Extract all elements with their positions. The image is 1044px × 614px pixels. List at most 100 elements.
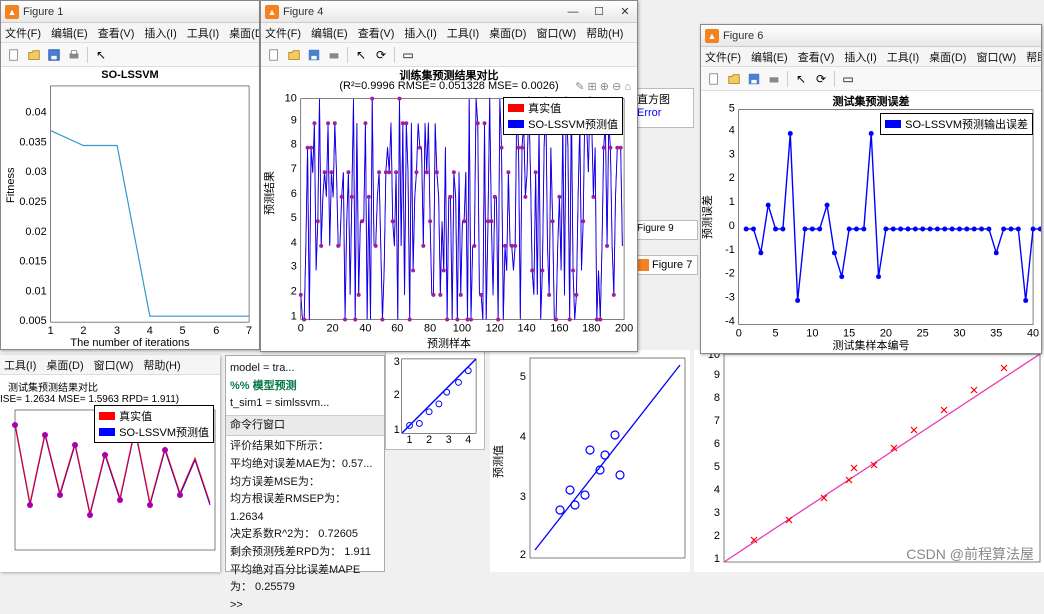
menu-file[interactable]: 文件(F) (265, 25, 301, 41)
svg-text:4: 4 (729, 125, 735, 137)
menu-win[interactable]: 窗口(W) (94, 357, 134, 373)
fig4-xlabel: 预测样本 (261, 335, 637, 351)
menu-tool[interactable]: 工具(I) (447, 25, 479, 41)
close-button[interactable]: ✕ (619, 6, 631, 18)
svg-text:2: 2 (729, 172, 735, 184)
open-icon[interactable] (25, 46, 43, 64)
fig4-legend: 真实值 SO-LSSVM预测值 (503, 97, 623, 135)
new-icon[interactable] (5, 46, 23, 64)
menu-edit[interactable]: 编辑(E) (311, 25, 348, 41)
svg-text:0.005: 0.005 (19, 315, 46, 327)
pointer-icon[interactable]: ▭ (399, 46, 417, 64)
figure1-menubar[interactable]: 文件(F) 编辑(E) 查看(V) 插入(I) 工具(I) 桌面(D) 窗口(W… (1, 23, 259, 43)
menu-view[interactable]: 查看(V) (98, 25, 135, 41)
pointer-icon[interactable]: ▭ (839, 70, 857, 88)
svg-text:0.035: 0.035 (19, 136, 46, 148)
svg-text:0: 0 (729, 220, 735, 232)
cursor-icon[interactable]: ↖ (352, 46, 370, 64)
menu-help[interactable]: 帮助(H) (1026, 49, 1041, 65)
menu-tool[interactable]: 工具(I) (187, 25, 219, 41)
svg-text:6: 6 (714, 438, 720, 450)
svg-text:2: 2 (80, 325, 86, 337)
figure4-window[interactable]: ▲ Figure 4 — ☐ ✕ 文件(F) 编辑(E) 查看(V) 插入(I)… (260, 0, 638, 352)
figure1-titlebar[interactable]: ▲ Figure 1 (1, 1, 259, 23)
rotate-icon[interactable]: ⟳ (812, 70, 830, 88)
svg-text:200: 200 (615, 322, 633, 334)
bg-figure9: Figure 9 (634, 220, 698, 240)
menu-win[interactable]: 窗口(W) (976, 49, 1016, 65)
prompt[interactable]: >> (230, 597, 380, 614)
menu-win[interactable]: 窗口(W) (536, 25, 576, 41)
svg-text:3: 3 (394, 356, 400, 368)
frag-menubar[interactable]: 工具(I) 桌面(D) 窗口(W) 帮助(H) (0, 355, 220, 375)
svg-text:10: 10 (285, 93, 297, 105)
svg-text:140: 140 (517, 322, 535, 334)
figure1-toolbar[interactable]: ↖ (1, 43, 259, 67)
svg-text:1: 1 (407, 434, 413, 445)
svg-text:3: 3 (291, 261, 297, 273)
figure4-toolbar[interactable]: ↖ ⟳ ▭ (261, 43, 637, 67)
menu-tool[interactable]: 工具(I) (4, 357, 36, 373)
menu-view[interactable]: 查看(V) (798, 49, 835, 65)
min-button[interactable]: — (567, 6, 579, 18)
print-icon[interactable] (325, 46, 343, 64)
pointer-icon[interactable]: ↖ (92, 46, 110, 64)
figure6-window[interactable]: ▲ Figure 6 文件(F) 编辑(E) 查看(V) 插入(I) 工具(I)… (700, 24, 1042, 354)
figure4-title: Figure 4 (283, 6, 567, 18)
figure6-title: Figure 6 (723, 30, 1037, 42)
menu-insert[interactable]: 插入(I) (404, 25, 436, 41)
menu-desk[interactable]: 桌面(D) (229, 25, 259, 41)
menu-edit[interactable]: 编辑(E) (51, 25, 88, 41)
rotate-icon[interactable]: ⟳ (372, 46, 390, 64)
menu-file[interactable]: 文件(F) (705, 49, 741, 65)
menu-desk[interactable]: 桌面(D) (46, 357, 83, 373)
figure6-titlebar[interactable]: ▲ Figure 6 (701, 25, 1041, 47)
svg-text:4: 4 (465, 434, 471, 445)
svg-text:5: 5 (520, 371, 526, 383)
figure4-menubar[interactable]: 文件(F) 编辑(E) 查看(V) 插入(I) 工具(I) 桌面(D) 窗口(W… (261, 23, 637, 43)
figure4-titlebar[interactable]: ▲ Figure 4 — ☐ ✕ (261, 1, 637, 23)
axes-toolbar[interactable]: ✎ ⊞ ⊕ ⊖ ⌂ (575, 80, 631, 93)
menu-help[interactable]: 帮助(H) (143, 357, 180, 373)
menu-file[interactable]: 文件(F) (5, 25, 41, 41)
figure6-menubar[interactable]: 文件(F) 编辑(E) 查看(V) 插入(I) 工具(I) 桌面(D) 窗口(W… (701, 47, 1041, 67)
print-icon[interactable] (65, 46, 83, 64)
out-l7: 平均绝对百分比误差MAPE为： 0.25579 (230, 562, 380, 597)
svg-text:9: 9 (291, 115, 297, 127)
open-icon[interactable] (725, 70, 743, 88)
open-icon[interactable] (285, 46, 303, 64)
matlab-icon: ▲ (705, 29, 719, 43)
menu-insert[interactable]: 插入(I) (144, 25, 176, 41)
fig6-plot-title: 测试集预测误差 (701, 93, 1041, 109)
menu-tool[interactable]: 工具(I) (887, 49, 919, 65)
menu-view[interactable]: 查看(V) (358, 25, 395, 41)
figure1-window[interactable]: ▲ Figure 1 文件(F) 编辑(E) 查看(V) 插入(I) 工具(I)… (0, 0, 260, 350)
svg-text:-2: -2 (725, 268, 735, 280)
bg-hist-label: 直方图 (637, 91, 691, 107)
cursor-icon[interactable]: ↖ (792, 70, 810, 88)
menu-desk[interactable]: 桌面(D) (929, 49, 966, 65)
svg-text:4: 4 (291, 237, 297, 249)
save-icon[interactable] (745, 70, 763, 88)
new-icon[interactable] (705, 70, 723, 88)
svg-text:2: 2 (426, 434, 432, 445)
svg-text:100: 100 (453, 322, 471, 334)
svg-text:120: 120 (486, 322, 504, 334)
save-icon[interactable] (45, 46, 63, 64)
fig6-xlabel: 测试集样本编号 (701, 337, 1041, 353)
fig4-ylabel: 预测结果 (261, 171, 277, 215)
svg-text:3: 3 (714, 507, 720, 519)
svg-text:2: 2 (394, 389, 400, 401)
menu-help[interactable]: 帮助(H) (586, 25, 623, 41)
menu-edit[interactable]: 编辑(E) (751, 49, 788, 65)
menu-insert[interactable]: 插入(I) (844, 49, 876, 65)
save-icon[interactable] (305, 46, 323, 64)
print-icon[interactable] (765, 70, 783, 88)
figure6-toolbar[interactable]: ↖ ⟳ ▭ (701, 67, 1041, 91)
max-button[interactable]: ☐ (593, 6, 605, 18)
new-icon[interactable] (265, 46, 283, 64)
svg-text:7: 7 (714, 415, 720, 427)
menu-desk[interactable]: 桌面(D) (489, 25, 526, 41)
svg-text:-3: -3 (725, 292, 735, 304)
svg-text:0.02: 0.02 (25, 226, 46, 238)
